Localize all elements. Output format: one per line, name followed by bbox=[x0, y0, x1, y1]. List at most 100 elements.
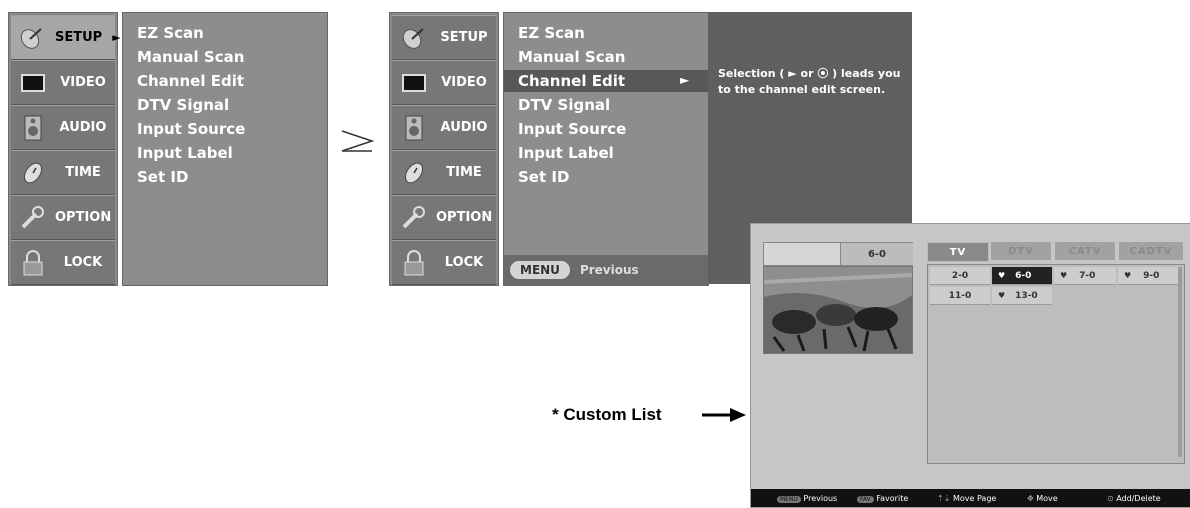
channel-cell[interactable]: ♥ 13-0 bbox=[992, 287, 1052, 305]
speaker-icon bbox=[400, 114, 428, 142]
menu-lock[interactable]: LOCK bbox=[392, 240, 496, 285]
help-bar: MENU Previous FAV Favorite ⇡⇣ Move Page … bbox=[751, 489, 1190, 507]
menu-video-label: VIDEO bbox=[441, 75, 487, 90]
clock-icon bbox=[400, 159, 428, 187]
menu-setup[interactable]: SETUP bbox=[392, 15, 496, 60]
current-channel: 6-0 bbox=[867, 248, 887, 260]
left-submenu-panel: EZ Scan Manual Scan Channel Edit DTV Sig… bbox=[122, 12, 328, 286]
tab-dtv[interactable]: DTV bbox=[991, 242, 1051, 260]
menu-option[interactable]: OPTION bbox=[392, 195, 496, 240]
help-favorite: FAV Favorite bbox=[857, 494, 908, 503]
submenu-ez-scan[interactable]: EZ Scan bbox=[137, 22, 204, 44]
previous-label: Previous bbox=[579, 263, 639, 277]
submenu-input-label[interactable]: Input Label bbox=[137, 142, 233, 164]
help-add-delete-label: Add/Delete bbox=[1116, 494, 1161, 503]
custom-list-label: * Custom List bbox=[552, 405, 662, 424]
help-previous-label: Previous bbox=[803, 494, 838, 503]
menu-time-label: TIME bbox=[446, 165, 482, 180]
satellite-dish-icon bbox=[19, 24, 45, 52]
page-up-down-icon: ⇡⇣ bbox=[937, 494, 951, 503]
description-text: Selection ( ► or ⦿ ) leads you to the ch… bbox=[718, 67, 901, 96]
menu-time[interactable]: TIME bbox=[392, 150, 496, 195]
submenu-manual-scan[interactable]: Manual Scan bbox=[137, 46, 244, 68]
submenu-channel-edit[interactable]: Channel Edit bbox=[137, 70, 244, 92]
submenu-set-id[interactable]: Set ID bbox=[518, 166, 569, 188]
channel-cell-selected[interactable]: ♥ 6-0 bbox=[992, 267, 1052, 285]
padlock-icon bbox=[19, 249, 47, 277]
channel-cell[interactable]: ♥ 9-0 bbox=[1118, 267, 1180, 285]
padlock-icon bbox=[400, 249, 428, 277]
submenu-input-label[interactable]: Input Label bbox=[518, 142, 614, 164]
menu-button[interactable]: MENU bbox=[510, 261, 570, 279]
wrench-icon bbox=[19, 204, 45, 232]
menu-video-label: VIDEO bbox=[60, 75, 106, 90]
submenu-channel-edit[interactable]: Channel Edit bbox=[518, 70, 625, 92]
menu-setup[interactable]: SETUP ► bbox=[11, 15, 121, 60]
menu-option[interactable]: OPTION bbox=[11, 195, 115, 240]
tab-tv[interactable]: TV bbox=[927, 242, 989, 262]
favorite-heart-icon: ♥ bbox=[1124, 271, 1132, 280]
channel-tabs: TV DTV CATV CADTV bbox=[927, 242, 1183, 262]
channel-number: 7-0 bbox=[1079, 270, 1096, 281]
help-move-label: Move bbox=[1036, 494, 1058, 503]
menu-lock-label: LOCK bbox=[444, 255, 484, 270]
ok-button-icon: ⊙ bbox=[1107, 494, 1114, 503]
directional-pad-icon: ✥ bbox=[1027, 494, 1034, 503]
tab-cadtv[interactable]: CADTV bbox=[1119, 242, 1183, 260]
monitor-icon bbox=[19, 69, 47, 97]
menu-video[interactable]: VIDEO bbox=[11, 60, 115, 105]
channel-cell[interactable]: 11-0 bbox=[930, 287, 990, 305]
menu-setup-label: SETUP bbox=[440, 30, 488, 45]
submenu-arrow-icon: ► bbox=[112, 31, 121, 44]
fav-key-icon: FAV bbox=[857, 496, 874, 503]
channel-scrollbar[interactable] bbox=[1178, 267, 1182, 457]
menu-audio-label: AUDIO bbox=[440, 120, 488, 135]
step-arrow-icon bbox=[340, 128, 376, 154]
menu-lock-label: LOCK bbox=[63, 255, 103, 270]
submenu-arrow-icon: ► bbox=[680, 73, 690, 87]
favorite-heart-icon: ♥ bbox=[1060, 271, 1068, 280]
clock-icon bbox=[19, 159, 47, 187]
channel-grid: 2-0 ♥ 6-0 ♥ 7-0 ♥ 9-0 11-0 ♥ 13-0 bbox=[927, 264, 1185, 464]
tab-catv[interactable]: CATV bbox=[1055, 242, 1115, 260]
menu-option-label: OPTION bbox=[436, 210, 493, 225]
submenu-dtv-signal[interactable]: DTV Signal bbox=[518, 94, 610, 116]
favorite-heart-icon: ♥ bbox=[998, 291, 1006, 300]
channel-cell[interactable]: ♥ 7-0 bbox=[1054, 267, 1116, 285]
help-previous: MENU Previous bbox=[777, 494, 837, 503]
help-move: ✥ Move bbox=[1027, 494, 1058, 503]
preview-header: 6-0 bbox=[763, 242, 913, 266]
help-move-page: ⇡⇣ Move Page bbox=[937, 494, 996, 503]
channel-edit-screen: 6-0 TV DTV CATV CADTV 2-0 ♥ 6-0 ♥ 7-0 ♥ … bbox=[750, 223, 1190, 508]
channel-number: 2-0 bbox=[951, 270, 969, 281]
satellite-dish-icon bbox=[400, 24, 428, 52]
submenu-dtv-signal[interactable]: DTV Signal bbox=[137, 94, 229, 116]
menu-video[interactable]: VIDEO bbox=[392, 60, 496, 105]
channel-number: 6-0 bbox=[1015, 270, 1032, 281]
preview-image bbox=[763, 266, 913, 354]
channel-number: 9-0 bbox=[1143, 270, 1160, 281]
submenu-input-source[interactable]: Input Source bbox=[518, 118, 626, 140]
speaker-icon bbox=[19, 114, 47, 142]
custom-list-arrow-icon bbox=[702, 407, 746, 427]
right-submenu-panel: EZ Scan Manual Scan Channel Edit ► DTV S… bbox=[503, 12, 709, 286]
submenu-manual-scan[interactable]: Manual Scan bbox=[518, 46, 625, 68]
menu-time[interactable]: TIME bbox=[11, 150, 115, 195]
menu-audio[interactable]: AUDIO bbox=[11, 105, 115, 150]
right-icon-menu: SETUP VIDEO AUDIO TIME OPTION LOCK bbox=[389, 12, 499, 286]
channel-number: 13-0 bbox=[1015, 290, 1038, 301]
help-move-page-label: Move Page bbox=[952, 494, 997, 503]
channel-number: 11-0 bbox=[948, 290, 972, 301]
favorite-heart-icon: ♥ bbox=[998, 271, 1006, 280]
menu-option-label: OPTION bbox=[55, 210, 112, 225]
menu-audio[interactable]: AUDIO bbox=[392, 105, 496, 150]
channel-cell[interactable]: 2-0 bbox=[930, 267, 990, 285]
submenu-set-id[interactable]: Set ID bbox=[137, 166, 188, 188]
preview-channel-box: 6-0 bbox=[840, 243, 913, 265]
menu-setup-label: SETUP bbox=[55, 30, 103, 45]
menu-lock[interactable]: LOCK bbox=[11, 240, 115, 285]
help-add-delete: ⊙ Add/Delete bbox=[1107, 494, 1161, 503]
submenu-input-source[interactable]: Input Source bbox=[137, 118, 245, 140]
menu-key-icon: MENU bbox=[777, 496, 801, 503]
submenu-ez-scan[interactable]: EZ Scan bbox=[518, 22, 585, 44]
